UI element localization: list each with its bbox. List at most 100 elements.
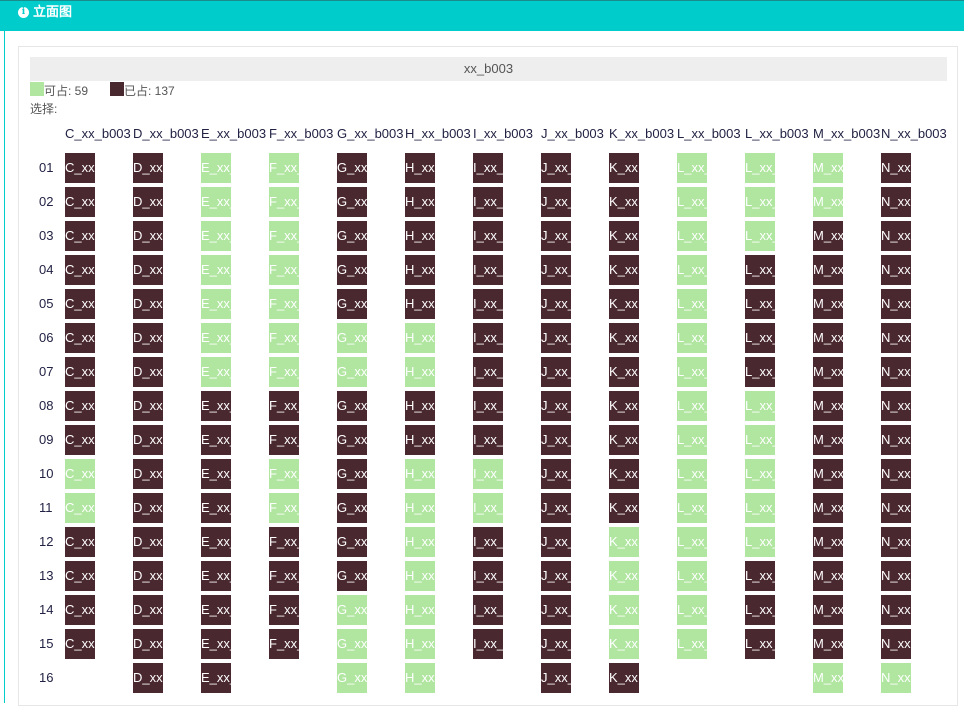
- slot-occupied[interactable]: I_xx_: [473, 425, 503, 455]
- slot-occupied[interactable]: L_xx_: [745, 289, 775, 319]
- slot-available[interactable]: L_xx_: [677, 561, 707, 591]
- slot-available[interactable]: H_xx: [405, 629, 435, 659]
- slot-occupied[interactable]: G_xx: [337, 153, 367, 183]
- slot-occupied[interactable]: G_xx: [337, 527, 367, 557]
- slot-occupied[interactable]: C_xx: [65, 221, 95, 251]
- slot-available[interactable]: I_xx_: [473, 459, 503, 489]
- slot-available[interactable]: F_xx_: [269, 221, 299, 251]
- slot-available[interactable]: F_xx_: [269, 187, 299, 217]
- slot-occupied[interactable]: M_xx: [813, 527, 843, 557]
- slot-occupied[interactable]: I_xx_: [473, 289, 503, 319]
- slot-available[interactable]: L_xx_: [677, 221, 707, 251]
- slot-occupied[interactable]: N_xx: [881, 561, 911, 591]
- slot-occupied[interactable]: N_xx: [881, 289, 911, 319]
- slot-occupied[interactable]: M_xx: [813, 459, 843, 489]
- slot-occupied[interactable]: M_xx: [813, 629, 843, 659]
- slot-occupied[interactable]: K_xx: [609, 459, 639, 489]
- slot-available[interactable]: L_xx_: [677, 527, 707, 557]
- slot-occupied[interactable]: G_xx: [337, 255, 367, 285]
- slot-available[interactable]: H_xx: [405, 459, 435, 489]
- slot-available[interactable]: E_xx_: [201, 289, 231, 319]
- slot-available[interactable]: L_xx_: [745, 527, 775, 557]
- slot-available[interactable]: E_xx_: [201, 357, 231, 387]
- slot-occupied[interactable]: J_xx_: [541, 425, 571, 455]
- slot-occupied[interactable]: J_xx_: [541, 629, 571, 659]
- slot-occupied[interactable]: N_xx: [881, 357, 911, 387]
- slot-available[interactable]: C_xx: [65, 493, 95, 523]
- slot-occupied[interactable]: C_xx: [65, 323, 95, 353]
- slot-occupied[interactable]: G_xx: [337, 561, 367, 591]
- slot-occupied[interactable]: M_xx: [813, 391, 843, 421]
- slot-occupied[interactable]: I_xx_: [473, 391, 503, 421]
- slot-occupied[interactable]: K_xx: [609, 493, 639, 523]
- slot-occupied[interactable]: I_xx_: [473, 221, 503, 251]
- slot-available[interactable]: M_xx: [813, 153, 843, 183]
- slot-available[interactable]: K_xx: [609, 527, 639, 557]
- slot-occupied[interactable]: C_xx: [65, 153, 95, 183]
- slot-occupied[interactable]: D_xx: [133, 425, 163, 455]
- slot-available[interactable]: I_xx_: [473, 493, 503, 523]
- slot-available[interactable]: F_xx_: [269, 153, 299, 183]
- slot-occupied[interactable]: C_xx: [65, 255, 95, 285]
- slot-occupied[interactable]: K_xx: [609, 255, 639, 285]
- slot-occupied[interactable]: C_xx: [65, 357, 95, 387]
- slot-available[interactable]: L_xx_: [677, 323, 707, 353]
- slot-available[interactable]: L_xx_: [745, 391, 775, 421]
- slot-occupied[interactable]: D_xx: [133, 323, 163, 353]
- slot-occupied[interactable]: E_xx_: [201, 425, 231, 455]
- slot-occupied[interactable]: K_xx: [609, 153, 639, 183]
- slot-occupied[interactable]: I_xx_: [473, 561, 503, 591]
- slot-occupied[interactable]: J_xx_: [541, 357, 571, 387]
- slot-occupied[interactable]: C_xx: [65, 289, 95, 319]
- slot-occupied[interactable]: M_xx: [813, 255, 843, 285]
- slot-occupied[interactable]: I_xx_: [473, 323, 503, 353]
- slot-occupied[interactable]: D_xx: [133, 493, 163, 523]
- slot-occupied[interactable]: K_xx: [609, 357, 639, 387]
- slot-occupied[interactable]: J_xx_: [541, 221, 571, 251]
- slot-occupied[interactable]: D_xx: [133, 255, 163, 285]
- slot-occupied[interactable]: E_xx_: [201, 493, 231, 523]
- slot-occupied[interactable]: F_xx_: [269, 527, 299, 557]
- slot-occupied[interactable]: M_xx: [813, 595, 843, 625]
- slot-occupied[interactable]: C_xx: [65, 187, 95, 217]
- slot-occupied[interactable]: C_xx: [65, 527, 95, 557]
- slot-available[interactable]: H_xx: [405, 663, 435, 693]
- slot-occupied[interactable]: C_xx: [65, 391, 95, 421]
- slot-available[interactable]: L_xx_: [677, 187, 707, 217]
- slot-occupied[interactable]: N_xx: [881, 459, 911, 489]
- slot-occupied[interactable]: N_xx: [881, 629, 911, 659]
- slot-occupied[interactable]: H_xx: [405, 187, 435, 217]
- slot-occupied[interactable]: J_xx_: [541, 391, 571, 421]
- slot-occupied[interactable]: H_xx: [405, 289, 435, 319]
- slot-occupied[interactable]: M_xx: [813, 221, 843, 251]
- slot-occupied[interactable]: L_xx_: [745, 561, 775, 591]
- slot-available[interactable]: F_xx_: [269, 493, 299, 523]
- slot-occupied[interactable]: C_xx: [65, 425, 95, 455]
- slot-occupied[interactable]: I_xx_: [473, 527, 503, 557]
- slot-occupied[interactable]: I_xx_: [473, 187, 503, 217]
- slot-occupied[interactable]: C_xx: [65, 629, 95, 659]
- slot-occupied[interactable]: D_xx: [133, 527, 163, 557]
- slot-occupied[interactable]: D_xx: [133, 357, 163, 387]
- slot-available[interactable]: H_xx: [405, 323, 435, 353]
- slot-occupied[interactable]: H_xx: [405, 153, 435, 183]
- slot-available[interactable]: G_xx: [337, 629, 367, 659]
- slot-available[interactable]: C_xx: [65, 459, 95, 489]
- slot-available[interactable]: H_xx: [405, 493, 435, 523]
- slot-occupied[interactable]: F_xx_: [269, 425, 299, 455]
- slot-occupied[interactable]: N_xx: [881, 527, 911, 557]
- slot-occupied[interactable]: N_xx: [881, 391, 911, 421]
- slot-occupied[interactable]: L_xx_: [745, 255, 775, 285]
- slot-available[interactable]: E_xx_: [201, 323, 231, 353]
- slot-available[interactable]: L_xx_: [745, 425, 775, 455]
- slot-available[interactable]: L_xx_: [677, 357, 707, 387]
- slot-occupied[interactable]: N_xx: [881, 493, 911, 523]
- slot-occupied[interactable]: E_xx_: [201, 561, 231, 591]
- slot-occupied[interactable]: I_xx_: [473, 629, 503, 659]
- slot-occupied[interactable]: G_xx: [337, 425, 367, 455]
- slot-available[interactable]: H_xx: [405, 595, 435, 625]
- slot-occupied[interactable]: D_xx: [133, 595, 163, 625]
- slot-occupied[interactable]: K_xx: [609, 663, 639, 693]
- slot-available[interactable]: G_xx: [337, 595, 367, 625]
- slot-occupied[interactable]: H_xx: [405, 391, 435, 421]
